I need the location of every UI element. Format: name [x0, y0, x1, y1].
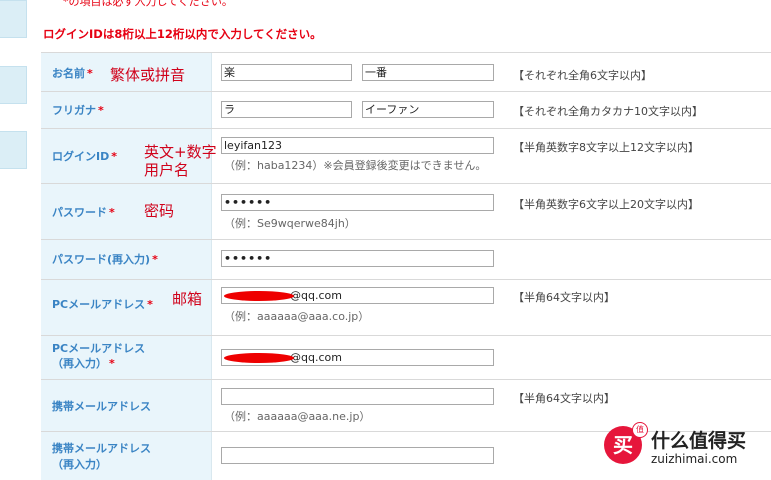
pc-email-label: PCメールアドレス *	[52, 298, 153, 311]
label-cell: パスワード * 密码	[41, 184, 212, 239]
required-notice: *の項目は必ず入力してください。	[63, 0, 233, 8]
login-id-label: ログインID *	[52, 150, 117, 163]
first-name-kana-input[interactable]: イーファン	[362, 101, 494, 118]
row-password: パスワード * 密码 •••••• （例：Se9wqerwe84jh） 【半角英数…	[41, 184, 771, 240]
label-cell: 携帯メールアドレス	[41, 380, 212, 431]
mobile-email-hint: （例：aaaaaa@aaa.ne.jp）	[224, 410, 371, 423]
login-id-warning: ログインIDは8桁以上12桁以内で入力してください。	[43, 27, 322, 41]
login-id-rule: 【半角英数字8文字以上12文字以内】	[513, 141, 699, 154]
mobile-email-input[interactable]	[221, 388, 494, 405]
watermark-logo: 买 值 什么值得买 zuizhimai.com	[598, 420, 768, 480]
password-confirm-input[interactable]: ••••••	[221, 250, 494, 267]
label-cell: ログインID * 英文+数字 用户名	[41, 129, 217, 183]
pc-email-rule: 【半角64文字以内】	[513, 291, 615, 304]
pc-email-confirm-label-2: （再入力） *	[52, 357, 115, 370]
logo-badge-icon: 值	[632, 422, 648, 438]
furigana-label: フリガナ *	[52, 104, 104, 117]
mobile-email-label: 携帯メールアドレス	[52, 400, 151, 413]
mobile-email-confirm-input[interactable]	[221, 447, 494, 464]
label-cell: 携帯メールアドレス （再入力）	[41, 432, 212, 480]
sidebar-tab-2[interactable]	[0, 66, 27, 104]
login-id-annotation-2: 用户名	[144, 161, 190, 179]
furigana-rule: 【それぞれ全角カタカナ10文字以内】	[513, 105, 703, 118]
pc-email-hint: （例：aaaaaa@aaa.co.jp）	[224, 310, 370, 323]
sidebar-tab-3[interactable]	[0, 131, 27, 169]
login-id-input[interactable]: leyifan123	[221, 137, 494, 154]
password-hint: （例：Se9wqerwe84jh）	[224, 217, 356, 230]
logo-brand: 什么值得买	[651, 430, 747, 452]
pc-email-annotation: 邮箱	[172, 290, 203, 308]
first-name-input[interactable]: 一番	[362, 64, 494, 81]
label-cell: PCメールアドレス （再入力） *	[41, 336, 212, 379]
redaction-mark	[224, 291, 294, 301]
redaction-mark	[224, 353, 294, 363]
row-login-id: ログインID * 英文+数字 用户名 leyifan123 （例：haba1234…	[41, 129, 771, 184]
password-input[interactable]: ••••••	[221, 194, 494, 211]
mobile-email-confirm-label: 携帯メールアドレス	[52, 442, 151, 455]
required-mark: *	[87, 67, 93, 80]
row-pc-email: PCメールアドレス * 邮箱 @qq.com （例：aaaaaa@aaa.co.j…	[41, 280, 771, 336]
row-pc-email-confirm: PCメールアドレス （再入力） * @qq.com	[41, 336, 771, 380]
row-name: お名前 * 繁体或拼音 楽 一番 【それぞれ全角6文字以内】	[41, 52, 771, 92]
row-password-confirm: パスワード(再入力) * ••••••	[41, 240, 771, 280]
label-cell: お名前 * 繁体或拼音	[41, 53, 212, 91]
label-cell: パスワード(再入力) *	[41, 240, 212, 279]
label-cell: PCメールアドレス * 邮箱	[41, 280, 212, 335]
label-cell: フリガナ *	[41, 92, 212, 128]
name-rule: 【それぞれ全角6文字以内】	[513, 69, 652, 82]
sidebar-tab-1[interactable]	[0, 0, 27, 38]
password-rule: 【半角英数字6文字以上20文字以内】	[513, 198, 699, 211]
password-annotation: 密码	[144, 202, 175, 220]
mobile-email-confirm-label-2: （再入力）	[52, 458, 107, 471]
row-furigana: フリガナ * ラ イーファン 【それぞれ全角カタカナ10文字以内】	[41, 92, 771, 129]
name-label: お名前 *	[52, 67, 93, 80]
pc-email-confirm-label: PCメールアドレス	[52, 342, 146, 355]
last-name-kana-input[interactable]: ラ	[221, 101, 352, 118]
last-name-input[interactable]: 楽	[221, 64, 352, 81]
name-annotation: 繁体或拼音	[110, 66, 186, 84]
password-label: パスワード *	[52, 206, 115, 219]
mobile-email-rule: 【半角64文字以内】	[513, 392, 615, 405]
logo-url: zuizhimai.com	[651, 452, 738, 466]
login-id-annotation: 英文+数字	[144, 143, 217, 161]
login-id-hint: （例：haba1234）※会員登録後変更はできません。	[224, 159, 487, 172]
password-confirm-label: パスワード(再入力) *	[52, 253, 158, 266]
